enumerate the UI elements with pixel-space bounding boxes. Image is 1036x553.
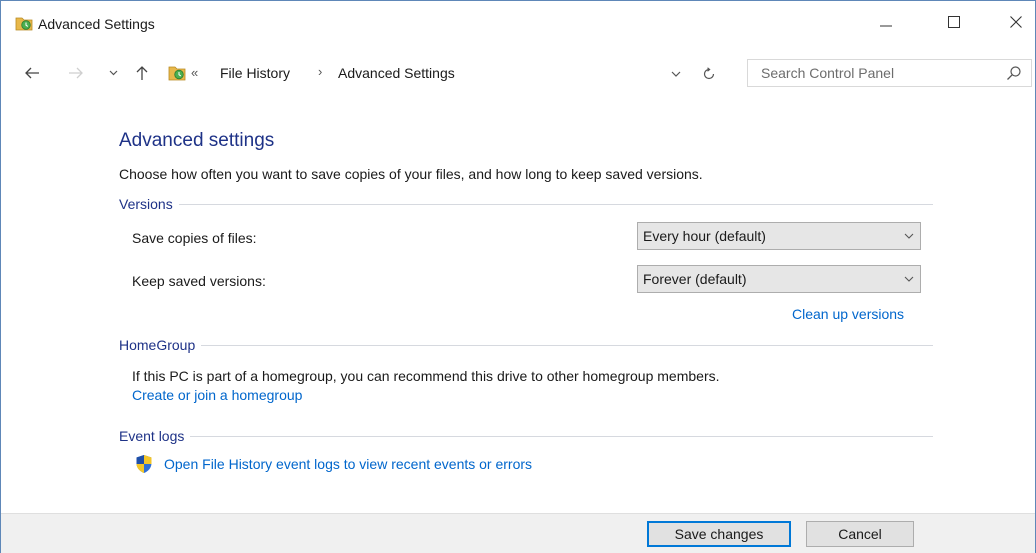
address-dropdown-button[interactable] <box>667 65 685 83</box>
chevron-down-icon <box>904 233 914 239</box>
search-icon[interactable] <box>1006 65 1022 81</box>
homegroup-heading: HomeGroup <box>119 337 196 353</box>
create-join-homegroup-link[interactable]: Create or join a homegroup <box>132 387 302 403</box>
save-copies-value: Every hour (default) <box>643 228 766 244</box>
search-input[interactable] <box>748 60 988 86</box>
window-title: Advanced Settings <box>38 16 155 32</box>
page-title: Advanced settings <box>119 130 275 151</box>
up-button[interactable] <box>130 61 154 85</box>
address-overflow[interactable]: « <box>191 65 198 80</box>
window: Advanced Settings « File History › Advan… <box>0 0 1036 553</box>
divider <box>190 435 933 437</box>
refresh-icon <box>703 67 715 80</box>
chevron-down-icon <box>904 276 914 282</box>
save-changes-button[interactable]: Save changes <box>647 521 791 547</box>
keep-versions-label: Keep saved versions: <box>132 273 266 289</box>
event-logs-heading: Event logs <box>119 428 185 444</box>
footer-bar: Save changes Cancel <box>1 513 1035 553</box>
versions-group-header: Versions <box>119 195 933 213</box>
maximize-button[interactable] <box>931 1 977 43</box>
event-logs-group-header: Event logs <box>119 427 933 445</box>
file-history-icon <box>15 17 33 31</box>
control-panel-icon <box>168 66 186 81</box>
keep-versions-dropdown[interactable]: Forever (default) <box>637 265 921 293</box>
minimize-button[interactable] <box>863 1 909 43</box>
cancel-button[interactable]: Cancel <box>806 521 914 547</box>
maximize-icon <box>948 16 960 28</box>
address-bar[interactable]: « File History › Advanced Settings <box>161 59 728 87</box>
save-copies-dropdown[interactable]: Every hour (default) <box>637 222 921 250</box>
clean-up-versions-link[interactable]: Clean up versions <box>792 306 904 322</box>
homegroup-group-header: HomeGroup <box>119 336 933 354</box>
arrow-right-icon <box>69 67 83 79</box>
arrow-up-icon <box>136 66 148 80</box>
minimize-icon <box>880 25 892 27</box>
close-icon <box>1010 16 1022 28</box>
navigation-bar: « File History › Advanced Settings <box>1 53 1035 93</box>
arrow-left-icon <box>25 67 39 79</box>
breadcrumb-file-history[interactable]: File History <box>220 65 290 81</box>
save-copies-label: Save copies of files: <box>132 230 257 246</box>
breadcrumb-advanced-settings[interactable]: Advanced Settings <box>338 65 455 81</box>
forward-button[interactable] <box>63 61 89 85</box>
divider <box>178 203 933 205</box>
search-box <box>747 59 1032 87</box>
title-bar: Advanced Settings <box>1 1 1035 43</box>
refresh-button[interactable] <box>698 64 720 84</box>
uac-shield-icon <box>136 455 152 473</box>
chevron-down-icon <box>671 71 681 77</box>
versions-heading: Versions <box>119 196 173 212</box>
chevron-down-icon <box>109 70 117 76</box>
recent-locations-button[interactable] <box>105 61 121 85</box>
homegroup-description: If this PC is part of a homegroup, you c… <box>132 368 720 384</box>
content-area: Advanced settings Choose how often you w… <box>1 93 1035 473</box>
close-button[interactable] <box>993 1 1036 43</box>
open-event-logs-link[interactable]: Open File History event logs to view rec… <box>164 456 532 472</box>
back-button[interactable] <box>19 61 45 85</box>
keep-versions-value: Forever (default) <box>643 271 747 287</box>
intro-text: Choose how often you want to save copies… <box>119 166 703 182</box>
divider <box>201 344 933 346</box>
breadcrumb-separator[interactable]: › <box>318 64 322 79</box>
